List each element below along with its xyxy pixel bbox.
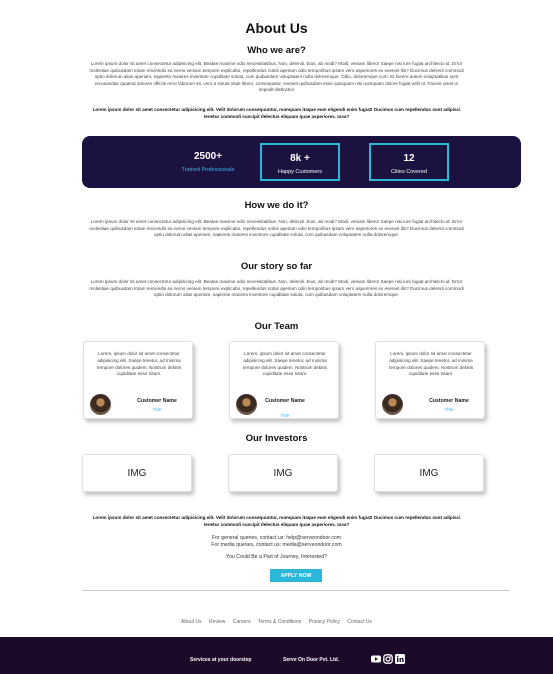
team-card: Lorem, ipsum dolor sit amet consectetur …	[83, 341, 193, 419]
stat-value: 8k +	[290, 153, 310, 164]
footer-link-terms[interactable]: Terms & Conditions	[258, 619, 301, 625]
about-page: About Us Who we are? Lorem ipsum dolor s…	[0, 0, 553, 674]
general-queries: For general queries, contact us: help@se…	[211, 535, 342, 541]
how-paragraph: Lorem ipsum dolor sit amet consectetur a…	[89, 219, 464, 238]
investors-heading: Our Investors	[245, 433, 308, 444]
who-bold-paragraph: Lorem ipsum dolor sit amet consectetur a…	[92, 107, 461, 119]
member-title: Title	[280, 414, 290, 419]
story-heading: Our story so far	[240, 261, 313, 272]
stat-trained: 2500+ Trained Professionals	[168, 143, 248, 181]
footer-link-contact[interactable]: Contact Us	[347, 619, 372, 625]
footer-link-review[interactable]: Review	[209, 619, 225, 625]
footer-company: Serve On Door Pvt. Ltd.	[283, 657, 340, 663]
investor-logo: IMG	[82, 454, 192, 492]
apply-now-button[interactable]: APPLY NOW	[270, 569, 322, 582]
member-title: Title	[152, 408, 162, 413]
stat-label: Cities Covered	[390, 169, 428, 175]
member-name: Customer Name	[429, 398, 469, 404]
instagram-icon[interactable]	[383, 654, 393, 664]
investor-logo: IMG	[374, 454, 484, 492]
cta-bold-paragraph: Lorem ipsum dolor sit amet consectetur a…	[92, 515, 461, 527]
how-heading: How we do it?	[244, 200, 309, 211]
stat-cities: 12 Cities Covered	[369, 143, 449, 181]
page-title: About Us	[245, 20, 308, 36]
avatar	[90, 394, 111, 415]
journey-text: You Could Be a Part of Journey, Interest…	[226, 554, 327, 560]
media-queries: For media queries, contact us: media@ser…	[211, 542, 342, 548]
team-card: Lorem, ipsum dolor sit amet consectetur …	[229, 341, 339, 419]
footer-link-privacy[interactable]: Privacy Policy	[309, 619, 340, 625]
avatar	[236, 394, 257, 415]
who-paragraph: Lorem ipsum dolor sit amet consectetur a…	[89, 61, 464, 93]
stat-label: Trained Professionals	[181, 167, 235, 173]
stat-value: 2500+	[193, 151, 223, 162]
footer-tagline: Services at your doorstep	[190, 657, 252, 663]
team-heading: Our Team	[254, 321, 299, 332]
member-name: Customer Name	[137, 398, 177, 404]
team-card-text: Lorem, ipsum dolor sit amet consectetur …	[96, 351, 181, 377]
team-card-text: Lorem, ipsum dolor sit amet consectetur …	[388, 351, 473, 377]
story-paragraph: Lorem ipsum dolor sit amet consectetur a…	[89, 279, 464, 298]
avatar	[382, 394, 403, 415]
investor-logo: IMG	[228, 454, 338, 492]
footer-link-about[interactable]: About Us	[181, 619, 202, 625]
divider	[82, 590, 509, 591]
linkedin-icon[interactable]	[395, 654, 405, 664]
stat-value: 12	[403, 153, 415, 164]
stats-banner: 2500+ Trained Professionals 8k + Happy C…	[82, 136, 521, 188]
footer-bar: Services at your doorstep Serve On Door …	[0, 637, 553, 674]
who-heading: Who we are?	[247, 45, 306, 56]
footer-link-careers[interactable]: Careers	[233, 619, 251, 625]
team-card: Lorem, ipsum dolor sit amet consectetur …	[375, 341, 485, 419]
member-name: Customer Name	[265, 398, 305, 404]
member-title: Title	[444, 408, 454, 413]
stat-label: Happy Customers	[277, 169, 323, 175]
stat-customers: 8k + Happy Customers	[260, 143, 340, 181]
team-card-text: Lorem, ipsum dolor sit amet consectetur …	[242, 351, 327, 377]
footer-links: About Us Review Careers Terms & Conditio…	[0, 619, 553, 625]
youtube-icon[interactable]	[371, 654, 381, 664]
